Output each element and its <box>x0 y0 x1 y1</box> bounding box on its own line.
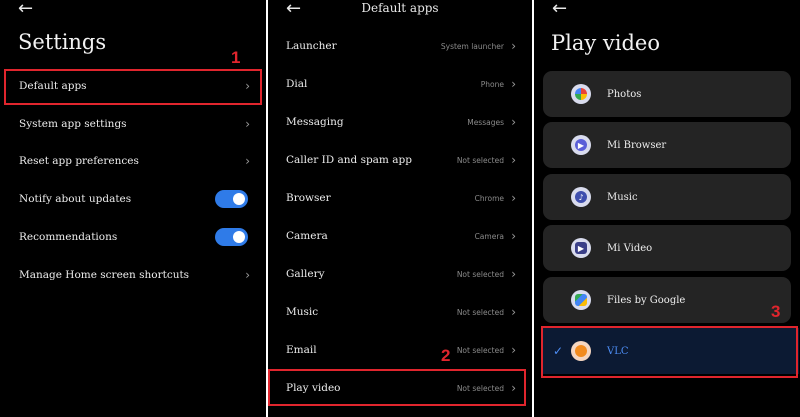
option-label: Files by Google <box>607 294 686 306</box>
item-label: System app settings <box>19 118 127 130</box>
item-label: Reset app preferences <box>19 155 139 167</box>
chevron-right-icon: › <box>245 268 250 282</box>
play-video-panel: ← Play video Photos ▶ Mi Browser ♪ Music… <box>534 0 800 417</box>
chevron-right-icon: › <box>511 305 516 319</box>
mi-video-icon: ▶ <box>571 238 591 258</box>
item-value: Not selected <box>456 269 504 279</box>
chevron-right-icon: › <box>511 77 516 91</box>
item-label: Gallery <box>286 268 325 280</box>
page-title: Default apps <box>361 1 439 15</box>
annotation-number-1: 1 <box>231 48 241 67</box>
item-label: Launcher <box>286 40 337 52</box>
item-label: Music <box>286 306 319 318</box>
files-icon <box>571 290 591 310</box>
default-app-music[interactable]: Music Not selected › <box>268 294 532 330</box>
chevron-right-icon: › <box>511 343 516 357</box>
chevron-right-icon: › <box>511 115 516 129</box>
default-apps-panel: ← Default apps Launcher System launcher … <box>268 0 532 417</box>
default-app-gallery[interactable]: Gallery Not selected › <box>268 256 532 292</box>
toggle-knob <box>233 193 245 205</box>
recommendations-toggle[interactable] <box>215 228 248 246</box>
settings-item-reset-app-preferences[interactable]: Reset app preferences › <box>0 143 266 179</box>
app-option-music[interactable]: ♪ Music <box>543 174 791 220</box>
annotation-number-3: 3 <box>771 302 781 321</box>
default-app-dial[interactable]: Dial Phone › <box>268 66 532 102</box>
item-label: Notify about updates <box>19 193 132 205</box>
settings-item-manage-home-screen-shortcuts[interactable]: Manage Home screen shortcuts › <box>0 257 266 293</box>
chevron-right-icon: › <box>245 117 250 131</box>
item-label: Messaging <box>286 116 344 128</box>
option-label: Mi Video <box>607 242 653 254</box>
photos-icon <box>571 84 591 104</box>
chevron-right-icon: › <box>511 153 516 167</box>
page-title: Settings <box>18 30 107 54</box>
chevron-right-icon: › <box>511 39 516 53</box>
item-label: Camera <box>286 230 328 242</box>
item-label: Dial <box>286 78 308 90</box>
default-app-camera[interactable]: Camera Camera › <box>268 218 532 254</box>
option-label: Music <box>607 191 638 203</box>
annotation-box-3 <box>541 326 798 378</box>
back-arrow-icon[interactable]: ← <box>18 0 33 18</box>
default-app-messaging[interactable]: Messaging Messages › <box>268 104 532 140</box>
mi-browser-icon: ▶ <box>571 135 591 155</box>
item-value: Not selected <box>456 345 504 355</box>
item-label: Caller ID and spam app <box>286 154 412 166</box>
settings-item-recommendations: Recommendations <box>0 219 266 255</box>
item-value: Not selected <box>456 307 504 317</box>
app-option-mi-browser[interactable]: ▶ Mi Browser <box>543 122 791 168</box>
item-value: Camera <box>474 231 504 241</box>
chevron-right-icon: › <box>511 191 516 205</box>
item-label: Recommendations <box>19 231 118 243</box>
app-option-files-by-google[interactable]: Files by Google <box>543 277 791 323</box>
page-title: Play video <box>551 31 660 55</box>
default-app-caller-id[interactable]: Caller ID and spam app Not selected › <box>268 142 532 178</box>
back-arrow-icon[interactable]: ← <box>552 0 567 18</box>
annotation-box-1 <box>4 69 262 105</box>
item-value: Chrome <box>474 193 504 203</box>
chevron-right-icon: › <box>245 154 250 168</box>
settings-panel: ← Settings Default apps › System app set… <box>0 0 266 417</box>
app-option-photos[interactable]: Photos <box>543 71 791 117</box>
app-option-mi-video[interactable]: ▶ Mi Video <box>543 225 791 271</box>
item-label: Browser <box>286 192 331 204</box>
item-value: Phone <box>480 79 504 89</box>
settings-item-system-app-settings[interactable]: System app settings › <box>0 106 266 142</box>
chevron-right-icon: › <box>511 229 516 243</box>
annotation-box-2 <box>268 369 526 406</box>
option-label: Photos <box>607 88 642 100</box>
default-app-launcher[interactable]: Launcher System launcher › <box>268 28 532 64</box>
chevron-right-icon: › <box>511 267 516 281</box>
notify-updates-toggle[interactable] <box>215 190 248 208</box>
option-label: Mi Browser <box>607 139 667 151</box>
default-app-email[interactable]: Email Not selected › <box>268 332 532 368</box>
default-app-browser[interactable]: Browser Chrome › <box>268 180 532 216</box>
item-value: Messages <box>467 117 504 127</box>
music-icon: ♪ <box>571 187 591 207</box>
settings-item-notify-about-updates: Notify about updates <box>0 181 266 217</box>
item-label: Manage Home screen shortcuts <box>19 269 190 281</box>
item-label: Email <box>286 344 317 356</box>
toggle-knob <box>233 231 245 243</box>
item-value: System launcher <box>440 41 504 51</box>
annotation-number-2: 2 <box>441 346 451 365</box>
item-value: Not selected <box>456 155 504 165</box>
